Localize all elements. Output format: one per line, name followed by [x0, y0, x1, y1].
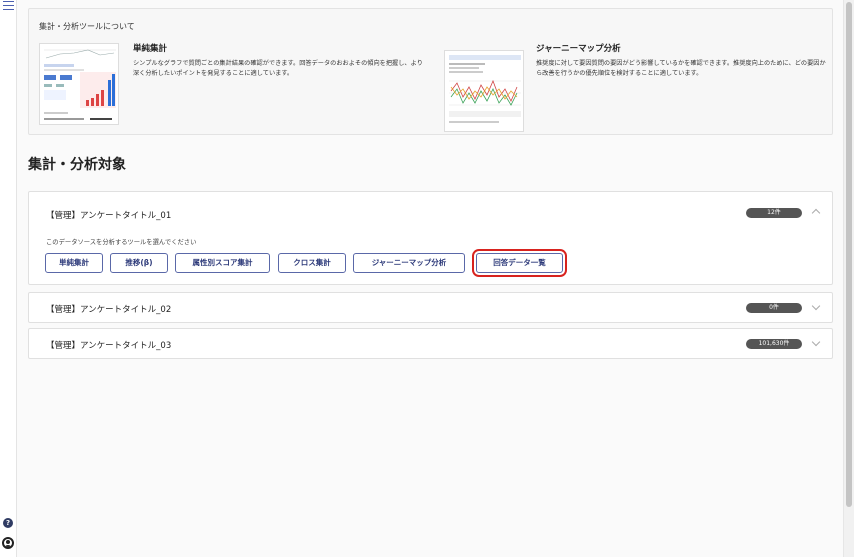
- question-circle-icon[interactable]: ?: [3, 518, 13, 528]
- tool-desc-simple-aggregation: シンプルなグラフで質問ごとの集計結果の確認ができます。回答データのおおよその傾向…: [133, 60, 423, 77]
- scrollbar-thumb[interactable]: [846, 2, 852, 507]
- attribute-score-button[interactable]: 属性別スコア集計: [175, 253, 270, 273]
- left-rail: ?: [0, 0, 17, 557]
- journey-map-button[interactable]: ジャーニーマップ分析: [353, 253, 465, 273]
- about-tools-title: 集計・分析ツールについて: [39, 22, 135, 31]
- chevron-down-icon[interactable]: [811, 301, 821, 311]
- datasource-name: 【管理】アンケートタイトル_02: [46, 305, 172, 315]
- about-tools-panel: 集計・分析ツールについて 単純集計 シンプルなグラフで質問ごとの集計結果の確認が…: [28, 8, 833, 135]
- vertical-scrollbar[interactable]: [843, 0, 854, 557]
- cross-tabulation-button[interactable]: クロス集計: [278, 253, 346, 273]
- datasource-name[interactable]: 【管理】アンケートタイトル_01: [46, 209, 171, 221]
- tool-name-journey-map: ジャーニーマップ分析: [536, 44, 621, 54]
- section-title: 集計・分析対象: [28, 157, 126, 173]
- journey-map-thumbnail: [444, 50, 524, 132]
- simple-aggregation-thumbnail: [39, 43, 119, 125]
- response-data-list-button[interactable]: 回答データ一覧: [472, 249, 567, 277]
- count-badge: 0件: [746, 303, 802, 313]
- main-content: 集計・分析ツールについて 単純集計 シンプルなグラフで質問ごとの集計結果の確認が…: [17, 0, 843, 557]
- user-circle-icon[interactable]: [2, 537, 14, 549]
- datasource-name: 【管理】アンケートタイトル_03: [46, 341, 172, 351]
- datasource-hint: このデータソースを分析するツールを選んでください: [46, 239, 197, 246]
- hamburger-menu-icon[interactable]: [3, 1, 14, 10]
- chevron-up-icon[interactable]: [811, 208, 821, 218]
- simple-aggregation-button[interactable]: 単純集計: [45, 253, 103, 273]
- count-badge: 101,630件: [746, 339, 802, 349]
- count-badge: 12件: [746, 208, 802, 218]
- datasource-card[interactable]: 【管理】アンケートタイトル_03 101,630件: [28, 328, 833, 359]
- datasource-card: 【管理】アンケートタイトル_01 12件 このデータソースを分析するツールを選ん…: [28, 191, 833, 285]
- tool-desc-journey-map: 推奨度に対して要因質問の要因がどう影響しているかを確認できます。推奨度向上のため…: [536, 60, 826, 77]
- datasource-card[interactable]: 【管理】アンケートタイトル_02 0件: [28, 292, 833, 323]
- tool-name-simple-aggregation: 単純集計: [133, 44, 168, 54]
- trend-beta-button[interactable]: 推移(β): [110, 253, 168, 273]
- chevron-down-icon[interactable]: [811, 337, 821, 347]
